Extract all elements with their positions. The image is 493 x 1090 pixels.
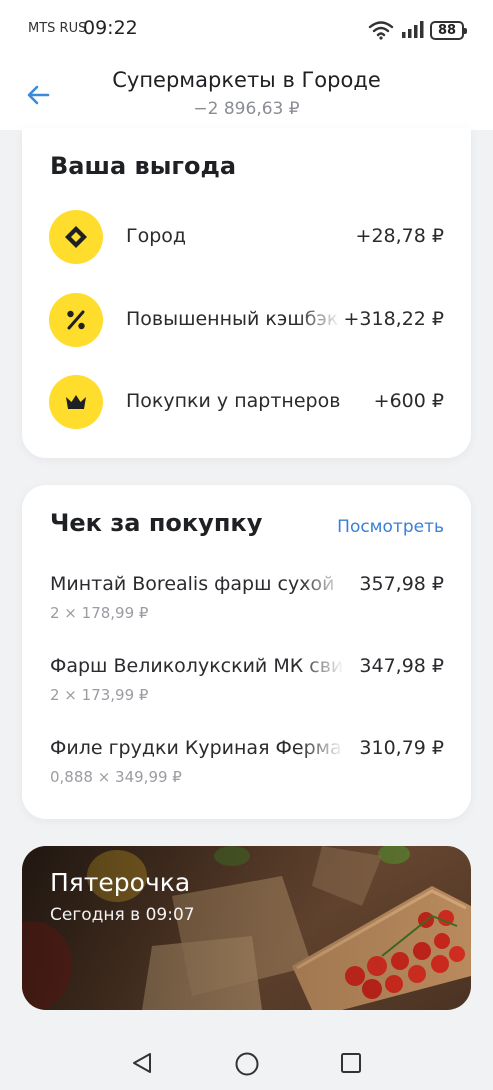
benefit-label: Город <box>126 225 187 247</box>
header: Супермаркеты в Городе −2 896,63 ₽ <box>0 58 493 130</box>
item-price: 310,79 ₽ <box>359 737 444 759</box>
receipt-item[interactable]: Фарш Великолукский МК свиной 347,98 ₽ 2 … <box>22 655 471 715</box>
nav-back-icon[interactable] <box>130 1051 154 1075</box>
benefit-label: Повышенный кэшбэк <box>126 308 339 330</box>
item-price: 357,98 ₽ <box>359 573 444 595</box>
crown-icon <box>49 375 103 429</box>
store-name: Пятерочка <box>50 868 191 897</box>
item-price: 347,98 ₽ <box>359 655 444 677</box>
status-bar: MTS RUS 09:22 88 <box>0 0 493 58</box>
percent-icon <box>49 293 103 347</box>
benefit-value: +600 ₽ <box>373 390 444 412</box>
benefit-row-city[interactable]: Город +28,78 ₽ <box>22 210 471 266</box>
benefit-row-partners[interactable]: Покупки у партнеров +600 ₽ <box>22 375 471 431</box>
item-quantity: 2 × 173,99 ₽ <box>50 686 149 704</box>
store-time: Сегодня в 09:07 <box>50 905 195 925</box>
item-name: Филе грудки Куриная Ферма <box>50 737 342 759</box>
carrier-label: MTS RUS <box>28 21 87 36</box>
item-name: Минтай Borealis фарш сухой <box>50 573 335 595</box>
nav-home-icon[interactable] <box>234 1051 260 1077</box>
total-amount: −2 896,63 ₽ <box>193 99 300 119</box>
city-diamond-icon <box>49 210 103 264</box>
benefits-card: Ваша выгода Город +28,78 ₽ Повышенный кэ… <box>22 128 471 458</box>
item-quantity: 0,888 × 349,99 ₽ <box>50 768 182 786</box>
benefit-row-cashback[interactable]: Повышенный кэшбэк +318,22 ₽ <box>22 293 471 349</box>
receipt-item[interactable]: Минтай Borealis фарш сухой 357,98 ₽ 2 × … <box>22 573 471 633</box>
view-receipt-link[interactable]: Посмотреть <box>337 517 444 537</box>
wifi-icon <box>368 21 394 40</box>
signal-icon <box>402 21 424 38</box>
benefits-title: Ваша выгода <box>50 152 237 180</box>
item-name: Фарш Великолукский МК свиной <box>50 655 344 677</box>
receipt-item[interactable]: Филе грудки Куриная Ферма 310,79 ₽ 0,888… <box>22 737 471 797</box>
status-time: 09:22 <box>83 17 138 39</box>
benefit-value: +318,22 ₽ <box>343 308 444 330</box>
benefit-label: Покупки у партнеров <box>126 390 341 412</box>
nav-recent-apps-icon[interactable] <box>340 1052 362 1074</box>
receipt-card: Чек за покупку Посмотреть Минтай Boreali… <box>22 485 471 819</box>
store-card[interactable]: Пятерочка Сегодня в 09:07 <box>22 846 471 1010</box>
page-title: Супермаркеты в Городе <box>112 68 381 92</box>
benefit-value: +28,78 ₽ <box>355 225 444 247</box>
battery-icon: 88 <box>430 21 467 40</box>
system-nav-bar <box>0 1030 493 1090</box>
item-quantity: 2 × 178,99 ₽ <box>50 604 149 622</box>
receipt-title: Чек за покупку <box>50 509 263 537</box>
